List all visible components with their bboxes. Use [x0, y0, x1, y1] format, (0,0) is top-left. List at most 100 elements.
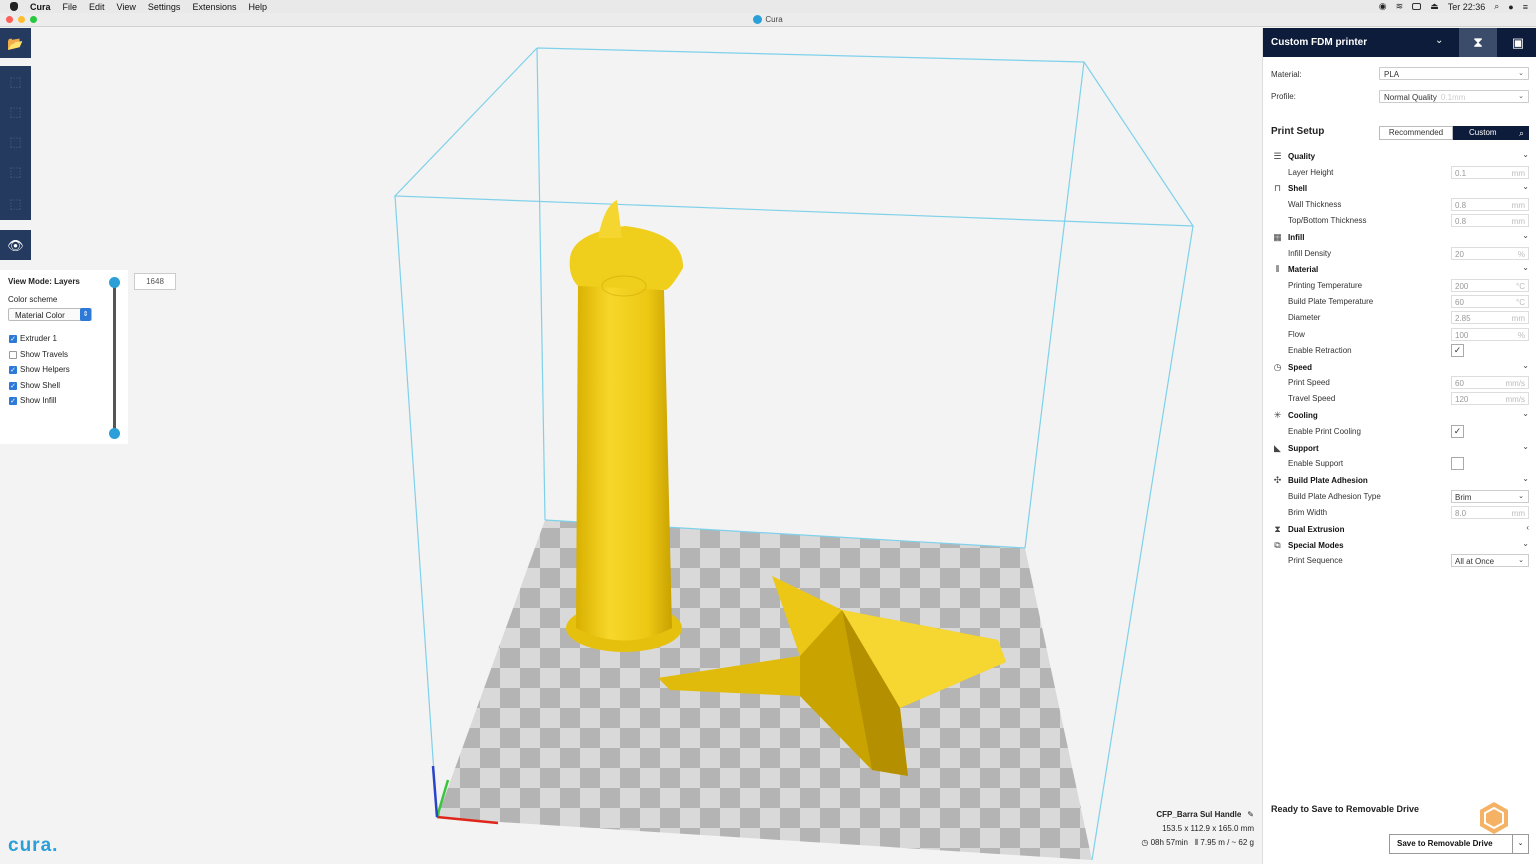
view-mode-button[interactable]: 👁: [0, 230, 31, 260]
layer-slider-bottom-handle[interactable]: [109, 428, 120, 439]
per-model-icon: ⬚: [9, 195, 22, 211]
layer-number-input[interactable]: 1648: [134, 273, 176, 290]
menu-help[interactable]: Help: [248, 2, 267, 12]
job-name[interactable]: CFP_Barra Sul Handle: [1156, 810, 1241, 819]
prepare-icon: ⧗: [1473, 34, 1483, 50]
field-value: 60: [1455, 379, 1464, 388]
move-tool-button[interactable]: ⬚: [0, 66, 31, 96]
3d-viewport[interactable]: [0, 28, 1262, 864]
profile-dropdown[interactable]: Normal Quality 0.1mm ⌄: [1379, 90, 1529, 103]
color-scheme-select[interactable]: Material Color ⇕: [8, 308, 92, 321]
adhesion-type-dropdown[interactable]: Brim ⌄: [1451, 490, 1529, 503]
move-icon: ⬚: [9, 73, 22, 89]
travel-speed-input[interactable]: 120 mm/s: [1451, 392, 1529, 405]
print-cooling-checkbox[interactable]: ✓: [1451, 425, 1464, 438]
menu-extensions[interactable]: Extensions: [192, 2, 236, 12]
checkbox-show-infill[interactable]: ✓ Show Infill: [9, 396, 56, 405]
setting-bed-temp-label: Build Plate Temperature: [1288, 297, 1374, 306]
profile-hint: 0.1mm: [1440, 93, 1466, 102]
printer-name[interactable]: Custom FDM printer: [1271, 37, 1367, 48]
field-value: 200: [1455, 282, 1469, 291]
menu-view[interactable]: View: [117, 2, 136, 12]
setting-print-sequence-label: Print Sequence: [1288, 556, 1343, 565]
layer-height-input[interactable]: 0.1 mm: [1451, 166, 1529, 179]
menu-edit[interactable]: Edit: [89, 2, 105, 12]
category-label: Support: [1288, 443, 1319, 453]
category-speed[interactable]: ◷ Speed ⌄: [1272, 360, 1529, 374]
eject-icon[interactable]: ⏏: [1430, 1, 1439, 12]
checkbox-unchecked-icon: [9, 350, 17, 359]
menu-clock[interactable]: Ter 22:36: [1448, 2, 1486, 12]
close-window-button[interactable]: [6, 16, 13, 23]
category-support[interactable]: ◣ Support ⌄: [1272, 441, 1529, 455]
cura-app-icon: [753, 15, 763, 24]
tab-recommended[interactable]: Recommended: [1379, 126, 1453, 140]
category-quality[interactable]: ☰ Quality ⌄: [1272, 149, 1529, 163]
category-label: Material: [1288, 264, 1319, 274]
material-dropdown[interactable]: PLA ⌄: [1379, 67, 1529, 80]
pencil-icon[interactable]: ✎: [1247, 808, 1254, 822]
rotate-tool-button[interactable]: ⬚: [0, 126, 31, 156]
topbottom-thickness-input[interactable]: 0.8 mm: [1451, 214, 1529, 227]
field-unit: mm: [1511, 314, 1525, 323]
field-unit: %: [1517, 250, 1525, 259]
print-sequence-dropdown[interactable]: All at Once ⌄: [1451, 554, 1529, 567]
spotlight-icon[interactable]: ⌕: [1494, 1, 1499, 12]
menu-app[interactable]: Cura: [30, 2, 51, 12]
menu-file[interactable]: File: [63, 2, 78, 12]
checkbox-extruder-1[interactable]: ✓ Extruder 1: [9, 334, 57, 343]
category-shell[interactable]: ⊓ Shell ⌄: [1272, 181, 1529, 195]
zoom-window-button[interactable]: [30, 16, 37, 23]
prepare-tab[interactable]: ⧗: [1459, 28, 1497, 57]
setting-print-cooling-label: Enable Print Cooling: [1288, 427, 1361, 436]
layer-slider-top-handle[interactable]: [109, 277, 120, 288]
model-tall-handle[interactable]: [566, 200, 684, 652]
category-infill[interactable]: ▦ Infill ⌄: [1272, 230, 1529, 244]
save-to-removable-drive-button[interactable]: Save to Removable Drive ⌄: [1389, 834, 1529, 854]
search-icon[interactable]: ⌕: [1519, 126, 1524, 140]
bed-temp-input[interactable]: 60 °C: [1451, 295, 1529, 308]
layer-slider-track[interactable]: [113, 282, 116, 434]
monitor-tab[interactable]: ▣: [1499, 28, 1536, 57]
diameter-input[interactable]: 2.85 mm: [1451, 311, 1529, 324]
category-label: Dual Extrusion: [1288, 524, 1345, 534]
category-cooling[interactable]: ✳ Cooling ⌄: [1272, 408, 1529, 422]
checkbox-show-shell[interactable]: ✓ Show Shell: [9, 381, 60, 390]
category-material[interactable]: ⦀ Material ⌄: [1272, 262, 1529, 276]
field-value: 20: [1455, 250, 1464, 259]
airplay-icon[interactable]: [1412, 3, 1422, 10]
flow-input[interactable]: 100%: [1451, 328, 1529, 341]
notifications-icon[interactable]: ≡: [1523, 2, 1528, 12]
retraction-checkbox[interactable]: ✓: [1451, 344, 1464, 357]
minimize-window-button[interactable]: [18, 16, 25, 23]
chevron-down-icon[interactable]: ⌄: [1435, 35, 1443, 46]
tab-custom[interactable]: Custom ⌕: [1453, 126, 1529, 140]
mirror-tool-button[interactable]: ⬚: [0, 156, 31, 186]
per-model-settings-button[interactable]: ⬚: [0, 186, 31, 220]
scale-tool-button[interactable]: ⬚: [0, 96, 31, 126]
color-scheme-value: Material Color: [15, 311, 65, 320]
enable-support-checkbox[interactable]: [1451, 457, 1464, 470]
wall-thickness-input[interactable]: 0.8 mm: [1451, 198, 1529, 211]
print-speed-input[interactable]: 60 mm/s: [1451, 376, 1529, 389]
material-value: PLA: [1384, 70, 1400, 79]
record-icon[interactable]: ◉: [1379, 1, 1387, 12]
material-usage: 7.95 m / ~ 62 g: [1200, 838, 1254, 847]
category-special-modes[interactable]: ⧉ Special Modes ⌄: [1272, 538, 1529, 552]
window-titlebar: Cura: [0, 13, 1536, 27]
wifi-icon[interactable]: ≋: [1396, 1, 1404, 12]
category-adhesion[interactable]: ✣ Build Plate Adhesion ⌄: [1272, 473, 1529, 487]
setting-infill-density-label: Infill Density: [1288, 249, 1332, 258]
checkbox-show-travels[interactable]: Show Travels: [9, 350, 68, 359]
chevron-down-icon[interactable]: ⌄: [1512, 835, 1528, 853]
brim-width-input[interactable]: 8.0 mm: [1451, 506, 1529, 519]
checkbox-show-helpers[interactable]: ✓ Show Helpers: [9, 365, 70, 374]
open-file-button[interactable]: 📂: [0, 28, 31, 58]
apple-icon[interactable]: [10, 2, 18, 11]
print-temp-input[interactable]: 200 °C: [1451, 279, 1529, 292]
siri-icon[interactable]: ●: [1508, 2, 1513, 12]
category-dual-extrusion[interactable]: ⧗ Dual Extrusion ‹: [1272, 522, 1529, 536]
checkbox-checked-icon: ✓: [9, 365, 17, 374]
infill-density-input[interactable]: 20%: [1451, 247, 1529, 260]
menu-settings[interactable]: Settings: [148, 2, 181, 12]
